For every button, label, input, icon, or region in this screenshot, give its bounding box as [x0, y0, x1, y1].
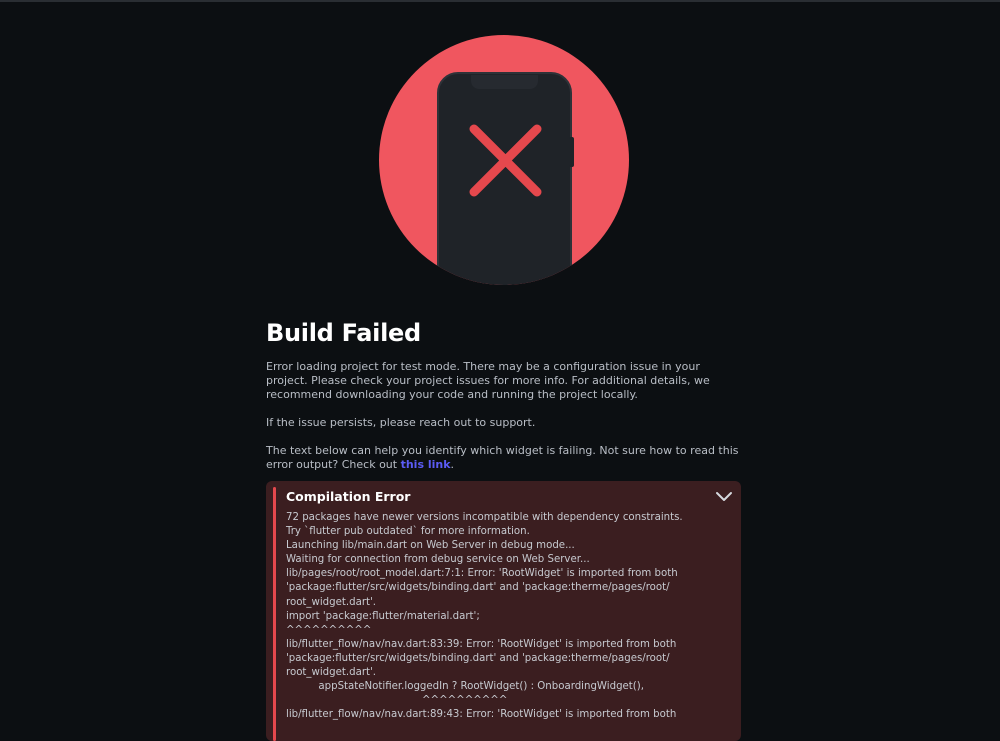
log-line: ^^^^^^^^^^ [286, 624, 372, 636]
log-line: 'package:flutter/src/widgets/binding.dar… [286, 652, 670, 664]
phone-body [437, 72, 572, 285]
top-border [0, 0, 1000, 2]
main-content: Build Failed Error loading project for t… [266, 318, 741, 486]
log-line: lib/pages/root/root_model.dart:7:1: Erro… [286, 568, 678, 580]
log-line: root_widget.dart'. [286, 596, 377, 608]
log-line: appStateNotifier.loggedIn ? RootWidget()… [286, 681, 644, 693]
phone-side-button [569, 137, 574, 167]
chevron-down-icon[interactable] [715, 489, 733, 505]
log-line: Launching lib/main.dart on Web Server in… [286, 540, 575, 552]
compilation-error-panel: Compilation Error 72 packages have newer… [266, 481, 741, 741]
log-line: root_widget.dart'. [286, 667, 377, 679]
log-line: 72 packages have newer versions incompat… [286, 512, 683, 523]
support-note: If the issue persists, please reach out … [266, 416, 536, 429]
log-line: Waiting for connection from debug servic… [286, 554, 590, 566]
phone-error-icon [379, 35, 629, 285]
phone-notch [471, 75, 538, 89]
help-text-body: The text below can help you identify whi… [266, 444, 739, 471]
log-line: 'package:flutter/src/widgets/binding.dar… [286, 582, 670, 594]
error-accent-bar [273, 487, 276, 741]
log-line: import 'package:flutter/material.dart'; [286, 610, 480, 622]
log-line: lib/flutter_flow/nav/nav.dart:89:43: Err… [286, 709, 677, 721]
error-description: Error loading project for test mode. The… [266, 360, 710, 401]
help-link[interactable]: this link [401, 458, 451, 471]
help-text: The text below can help you identify whi… [266, 444, 741, 472]
error-panel-title: Compilation Error [286, 489, 411, 504]
help-text-end: . [450, 458, 455, 471]
log-line: ^^^^^^^^^^ [286, 695, 508, 707]
build-failed-illustration [379, 35, 629, 285]
error-log: 72 packages have newer versions incompat… [286, 511, 686, 722]
page-title: Build Failed [266, 319, 421, 347]
log-line: lib/flutter_flow/nav/nav.dart:83:39: Err… [286, 638, 677, 650]
log-line: Try `flutter pub outdated` for more info… [286, 526, 530, 538]
